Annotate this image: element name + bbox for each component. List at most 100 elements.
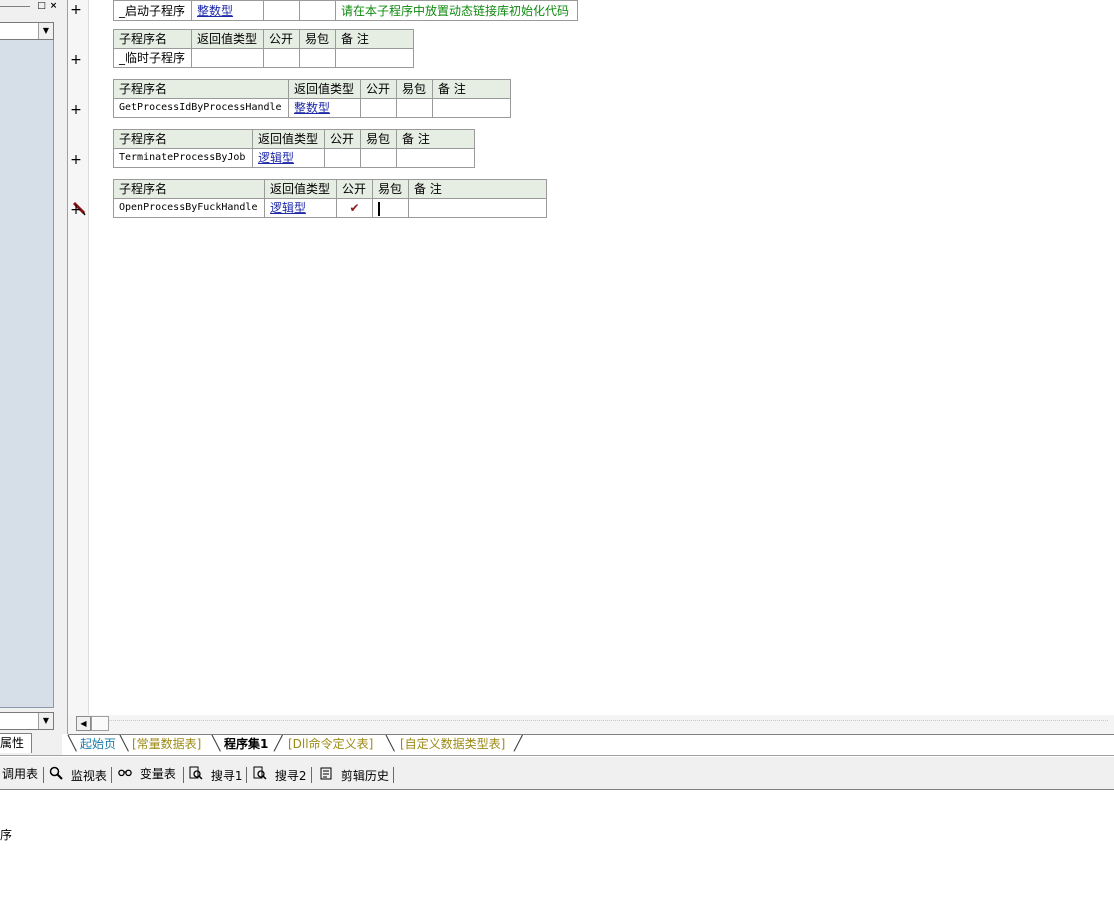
divider <box>311 767 312 783</box>
table-header-row: 子程序名 返回值类型 公开 易包 备 注 <box>113 79 511 99</box>
search-doc-icon <box>253 766 267 780</box>
binoculars-icon <box>118 769 132 777</box>
table-row: TerminateProcessByJob 逻辑型 <box>113 148 475 168</box>
table-row: _临时子程序 <box>113 48 414 68</box>
divider <box>183 767 184 783</box>
note-cell[interactable] <box>432 98 511 118</box>
header-cell: 备 注 <box>408 179 547 199</box>
header-cell: 公开 <box>263 29 300 49</box>
public-checkmark-icon[interactable]: ✔ <box>336 198 373 218</box>
property-combo[interactable]: ▼ <box>0 712 54 730</box>
subprogram-name-cell[interactable]: OpenProcessByFuckHandle <box>113 198 265 218</box>
easy-package-cell[interactable] <box>360 148 397 168</box>
header-cell: 公开 <box>324 129 361 149</box>
tab-call-table[interactable]: 调用表 <box>2 766 38 783</box>
search-2-label: 搜寻2 <box>274 769 307 783</box>
table-header-row: 子程序名 返回值类型 公开 易包 备 注 <box>113 129 475 149</box>
return-type-cell[interactable] <box>191 48 264 68</box>
tab-properties[interactable]: 属性 <box>0 733 32 753</box>
tab-custom-types[interactable]: [自定义数据类型表] <box>400 735 505 753</box>
expand-icon[interactable]: + <box>70 3 82 17</box>
public-cell[interactable] <box>360 98 397 118</box>
note-cell[interactable] <box>396 148 475 168</box>
chevron-down-icon[interactable]: ▼ <box>38 23 53 39</box>
table-header-row: 子程序名 返回值类型 公开 易包 备 注 <box>113 29 414 49</box>
tab-search-2[interactable]: 搜寻2 <box>253 766 306 783</box>
chevron-down-icon[interactable]: ▼ <box>38 713 53 729</box>
scroll-thumb[interactable] <box>91 716 109 731</box>
tab-separator: ╲ <box>68 736 77 752</box>
tab-search-1[interactable]: 搜寻1 <box>189 766 242 783</box>
header-cell: 易包 <box>299 29 336 49</box>
subprogram-table: 子程序名 返回值类型 公开 易包 备 注 _临时子程序 <box>113 29 414 68</box>
return-type-cell[interactable]: 整数型 <box>191 0 264 21</box>
header-cell: 易包 <box>372 179 409 199</box>
left-panel-combo[interactable]: ▼ <box>0 22 54 40</box>
scroll-left-arrow-icon[interactable]: ◀ <box>76 716 91 731</box>
horizontal-scrollbar[interactable]: ◀ <box>68 715 1114 734</box>
divider <box>246 767 247 783</box>
close-icon[interactable]: × <box>48 1 59 12</box>
restore-icon[interactable]: □ <box>36 1 47 12</box>
header-cell: 返回值类型 <box>252 129 325 149</box>
header-cell: 易包 <box>396 79 433 99</box>
tab-watch-table[interactable]: 监视表 <box>49 766 107 783</box>
tab-separator: ╲ <box>212 736 221 752</box>
header-cell: 子程序名 <box>113 129 253 149</box>
tab-program-set[interactable]: 程序集1 <box>224 735 268 753</box>
note-cell[interactable] <box>335 48 414 68</box>
output-text: 序 <box>0 828 13 842</box>
header-cell: 备 注 <box>396 129 475 149</box>
subprogram-name-cell[interactable]: GetProcessIdByProcessHandle <box>113 98 289 118</box>
tab-separator: ╱ <box>274 736 283 752</box>
public-cell[interactable] <box>324 148 361 168</box>
titlebar-grip <box>0 6 30 7</box>
divider <box>393 767 394 783</box>
tab-separator: ╲ <box>386 736 395 752</box>
expand-icon[interactable]: + <box>70 53 82 67</box>
expand-icon[interactable]: + <box>70 103 82 117</box>
expand-icon[interactable]: + <box>70 203 82 217</box>
subprogram-name-cell[interactable]: _临时子程序 <box>113 48 192 68</box>
easy-package-cell[interactable] <box>299 0 336 21</box>
subprogram-table: 子程序名 返回值类型 公开 易包 备 注 OpenProcessByFuckHa… <box>113 179 547 218</box>
divider <box>0 755 1114 756</box>
left-panel-list[interactable] <box>0 40 54 708</box>
table-row: OpenProcessByFuckHandle 逻辑型 ✔ <box>113 198 547 218</box>
tab-clip-history[interactable]: 剪辑历史 <box>319 766 389 783</box>
tab-start-page[interactable]: 起始页 <box>80 735 116 753</box>
code-editor[interactable]: _启动子程序 整数型 请在本子程序中放置动态链接库初始化代码 子程序名 返回值类… <box>89 0 1114 715</box>
expand-icon[interactable]: + <box>70 153 82 167</box>
clip-history-label: 剪辑历史 <box>340 769 389 783</box>
editor-gutter: + + + + + <box>68 0 89 715</box>
return-type-cell[interactable]: 整数型 <box>288 98 361 118</box>
public-cell[interactable] <box>263 0 300 21</box>
scroll-track <box>108 720 1108 722</box>
search-doc-icon <box>189 766 203 780</box>
tab-separator: ╲ <box>120 736 129 752</box>
clipboard-icon <box>320 767 332 780</box>
table-row: _启动子程序 整数型 请在本子程序中放置动态链接库初始化代码 <box>113 0 578 21</box>
return-type-cell[interactable]: 逻辑型 <box>264 198 337 218</box>
left-panel-titlebar: □ × <box>0 0 62 16</box>
note-cell[interactable]: 请在本子程序中放置动态链接库初始化代码 <box>335 0 578 21</box>
subprogram-name-cell[interactable]: _启动子程序 <box>113 0 192 21</box>
table-header-row: 子程序名 返回值类型 公开 易包 备 注 <box>113 179 547 199</box>
call-table-label: 调用表 <box>2 767 39 781</box>
easy-package-cell[interactable] <box>372 198 409 218</box>
note-cell[interactable] <box>408 198 547 218</box>
header-cell: 子程序名 <box>113 79 289 99</box>
divider <box>111 767 112 783</box>
tab-constants[interactable]: [常量数据表] <box>132 735 201 753</box>
text-caret <box>378 201 380 216</box>
return-type-cell[interactable]: 逻辑型 <box>252 148 325 168</box>
easy-package-cell[interactable] <box>396 98 433 118</box>
subprogram-table: 子程序名 返回值类型 公开 易包 备 注 GetProcessIdByProce… <box>113 79 511 118</box>
tab-variable-table[interactable]: 变量表 <box>118 766 176 783</box>
public-cell[interactable] <box>263 48 300 68</box>
header-cell: 备 注 <box>335 29 414 49</box>
easy-package-cell[interactable] <box>299 48 336 68</box>
tab-dll-commands[interactable]: [Dll命令定义表] <box>288 735 373 753</box>
tab-separator: ╱ <box>514 736 523 752</box>
subprogram-name-cell[interactable]: TerminateProcessByJob <box>113 148 253 168</box>
